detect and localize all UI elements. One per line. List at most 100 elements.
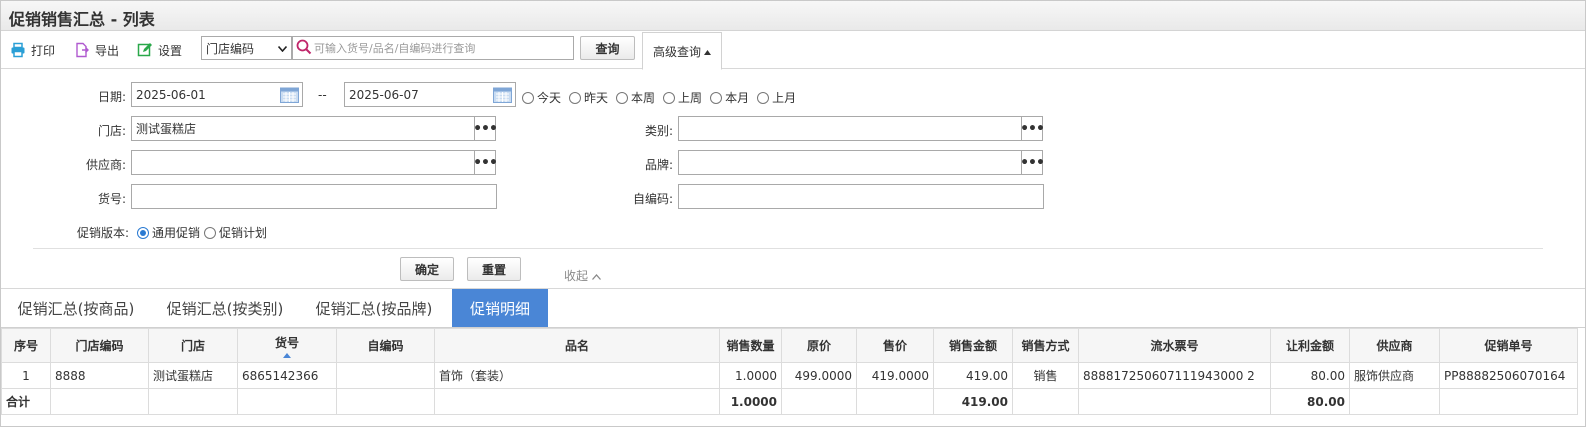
radio-button[interactable]: [569, 91, 582, 104]
date-from-field[interactable]: 2025-06-01: [131, 82, 303, 107]
export-button[interactable]: 导出: [74, 40, 119, 60]
export-label: 导出: [95, 43, 120, 58]
promo-version-general[interactable]: 通用促销: [137, 224, 200, 241]
more-dots-icon: •••: [473, 120, 498, 137]
category-picker-button[interactable]: •••: [1020, 116, 1045, 141]
tab-by-brand[interactable]: 促销汇总(按品牌): [299, 289, 449, 328]
search-field-select[interactable]: 门店编码: [201, 36, 292, 60]
date-shortcut-last-week[interactable]: 上周: [663, 89, 702, 106]
chevron-down-icon: [277, 41, 288, 55]
toolbar: 打印 导出 设置 门店编码 查询 高级查询: [1, 31, 1585, 70]
column-header[interactable]: 促销单号: [1439, 328, 1578, 363]
column-header[interactable]: 供应商: [1349, 328, 1440, 363]
tab-detail[interactable]: 促销明细: [452, 289, 548, 328]
printer-icon: [10, 42, 26, 58]
radio-button[interactable]: [757, 91, 770, 104]
supplier-field[interactable]: [131, 150, 475, 175]
promo-version-plan[interactable]: 促销计划: [204, 224, 267, 241]
column-header[interactable]: 原价: [781, 328, 857, 363]
radio-button[interactable]: [204, 226, 217, 239]
table-row[interactable]: 1 8888 测试蛋糕店 6865142366 首饰（套装） 1.0000 49…: [1, 362, 1578, 389]
cell-sku: 6865142366: [237, 362, 337, 389]
cell-original-price: 499.0000: [781, 362, 857, 389]
date-shortcut-last-month[interactable]: 上月: [757, 89, 796, 106]
search-input[interactable]: [312, 38, 562, 58]
empty-cell: [1078, 388, 1271, 415]
date-shortcut-label: 本月: [725, 91, 750, 105]
cell-discount: 80.00: [1270, 362, 1350, 389]
brand-field[interactable]: [678, 150, 1022, 175]
empty-cell: [1349, 388, 1440, 415]
more-dots-icon: •••: [473, 154, 498, 171]
cell-promo-no: PP88882506070164: [1439, 362, 1578, 389]
date-shortcut-label: 上月: [772, 91, 797, 105]
search-field-select-value: 门店编码: [206, 41, 255, 56]
date-shortcut-today[interactable]: 今天: [522, 89, 561, 106]
column-header[interactable]: 让利金额: [1270, 328, 1350, 363]
column-header[interactable]: 销售方式: [1012, 328, 1079, 363]
date-shortcut-this-week[interactable]: 本周: [616, 89, 655, 106]
sort-ascending-icon: [283, 352, 291, 358]
calendar-icon[interactable]: [493, 86, 512, 106]
category-label: 类别:: [644, 124, 673, 138]
radio-button[interactable]: [522, 91, 534, 104]
brand-picker-button[interactable]: •••: [1020, 150, 1045, 175]
reset-button[interactable]: 重置: [467, 257, 521, 281]
column-header[interactable]: 序号: [1, 328, 51, 363]
print-button[interactable]: 打印: [10, 40, 55, 60]
column-header[interactable]: 自编码: [336, 328, 435, 363]
total-amount: 419.00: [933, 388, 1013, 415]
advanced-query-tab[interactable]: 高级查询: [642, 32, 722, 70]
cell-product-name: 首饰（套装）: [434, 362, 720, 389]
total-discount: 80.00: [1270, 388, 1350, 415]
column-header[interactable]: 流水票号: [1078, 328, 1271, 363]
page-title: 促销销售汇总 - 列表: [9, 10, 155, 29]
column-header[interactable]: 门店编码: [50, 328, 149, 363]
radio-button-checked[interactable]: [137, 226, 149, 239]
date-shortcut-yesterday[interactable]: 昨天: [569, 89, 608, 106]
category-field[interactable]: [678, 116, 1022, 141]
radio-button[interactable]: [663, 91, 676, 104]
search-icon: [296, 39, 312, 58]
store-picker-button[interactable]: •••: [473, 116, 498, 141]
column-header-sorted[interactable]: 货号: [237, 328, 337, 363]
cell-store-code: 8888: [50, 362, 149, 389]
edit-settings-icon: [137, 42, 153, 58]
total-label: 合计: [1, 388, 51, 415]
export-icon: [74, 42, 90, 58]
column-header[interactable]: 销售数量: [719, 328, 782, 363]
selfcode-label: 自编码:: [632, 192, 673, 206]
filter-divider: [33, 248, 1543, 249]
store-value: 测试蛋糕店: [136, 122, 197, 136]
confirm-button[interactable]: 确定: [400, 257, 454, 281]
selfcode-field[interactable]: [678, 184, 1044, 209]
date-to-value: 2025-06-07: [349, 87, 419, 102]
date-shortcut-this-month[interactable]: 本月: [710, 89, 749, 106]
radio-button[interactable]: [616, 91, 629, 104]
calendar-icon[interactable]: [280, 86, 299, 106]
query-button[interactable]: 查询: [580, 36, 635, 60]
table-header-row: 序号 门店编码 门店 货号 自编码 品名 销售数量 原价 售价 销售金额 销售方…: [1, 328, 1578, 363]
settings-label: 设置: [158, 43, 183, 58]
empty-cell: [1012, 388, 1079, 415]
tab-by-category[interactable]: 促销汇总(按类别): [151, 289, 299, 328]
sku-field[interactable]: [131, 184, 497, 209]
advanced-query-label: 高级查询: [652, 44, 701, 59]
supplier-label: 供应商:: [85, 158, 126, 172]
cell-sale-mode: 销售: [1012, 362, 1079, 389]
supplier-picker-button[interactable]: •••: [473, 150, 498, 175]
column-header[interactable]: 门店: [148, 328, 238, 363]
store-field[interactable]: 测试蛋糕店: [131, 116, 475, 141]
column-header[interactable]: 品名: [434, 328, 720, 363]
title-bar: 促销销售汇总 - 列表: [1, 1, 1585, 31]
settings-button[interactable]: 设置: [137, 40, 182, 60]
tab-by-product[interactable]: 促销汇总(按商品): [1, 289, 151, 328]
radio-button[interactable]: [710, 91, 723, 104]
collapse-toggle[interactable]: 收起: [564, 267, 601, 284]
column-header[interactable]: 售价: [856, 328, 934, 363]
date-to-field[interactable]: 2025-06-07: [344, 82, 516, 107]
column-header[interactable]: 销售金额: [933, 328, 1013, 363]
date-range-separator: --: [318, 88, 327, 102]
more-dots-icon: •••: [1020, 120, 1045, 137]
date-label: 日期:: [97, 90, 126, 104]
